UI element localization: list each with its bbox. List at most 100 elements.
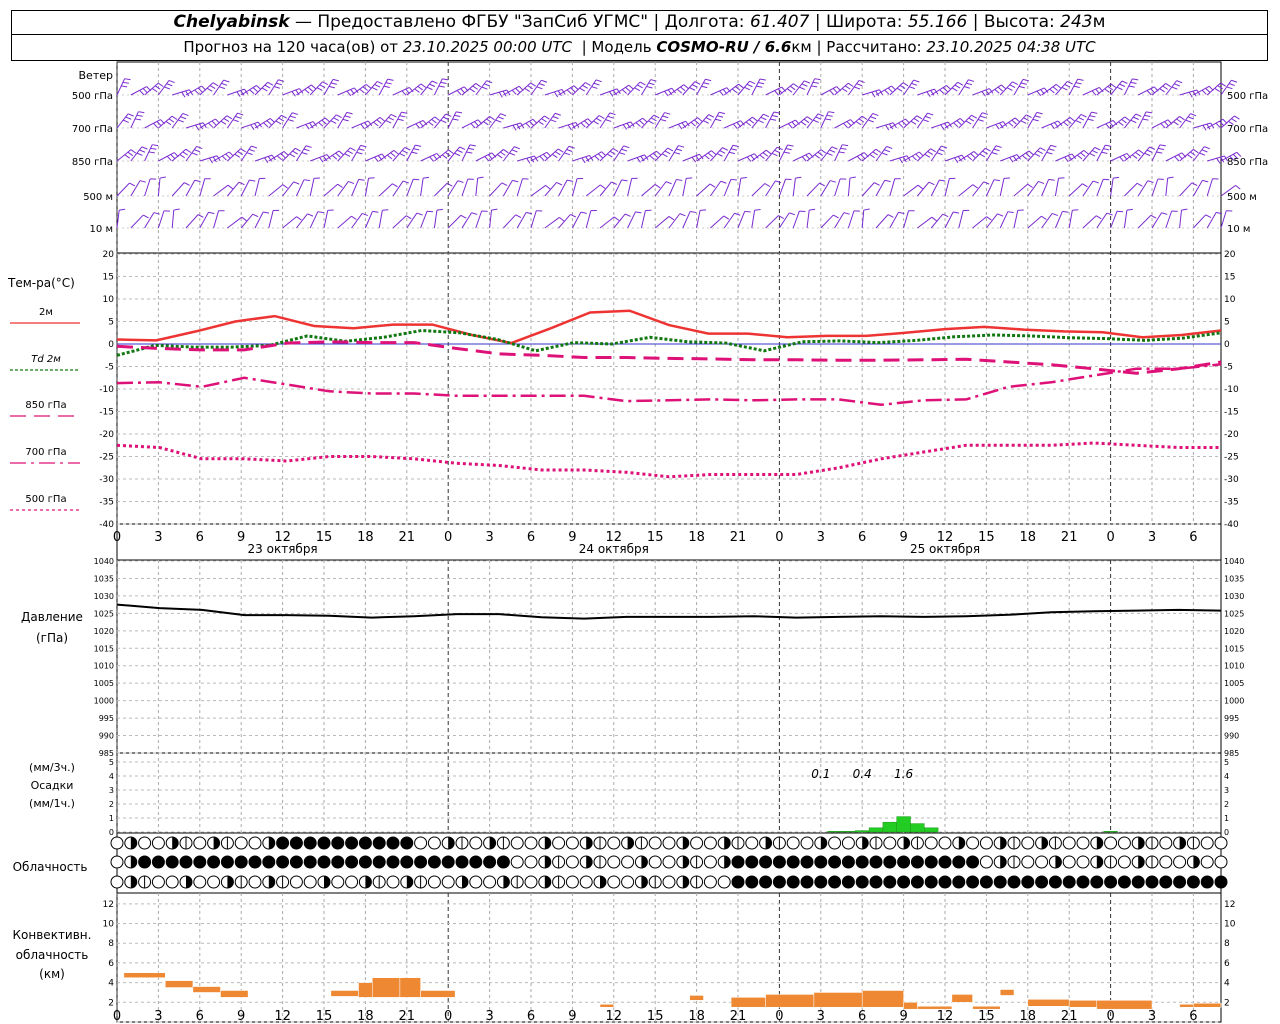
wind-barb-feather xyxy=(874,182,880,186)
cloud-symbol xyxy=(1007,875,1021,889)
wind-barb-feather xyxy=(1116,86,1123,91)
cloud-circle xyxy=(979,836,993,850)
cloud-circle xyxy=(841,875,855,889)
wind-barb-shaft xyxy=(199,82,214,96)
wind-barb-shaft xyxy=(737,80,750,96)
wind-barb-shaft xyxy=(1096,83,1112,96)
cloud-symbol xyxy=(1131,875,1145,889)
wind-barb-feather xyxy=(759,78,766,81)
cloud-circle xyxy=(1173,875,1187,889)
wind-barb-feather xyxy=(954,157,959,163)
cloud-circle xyxy=(910,855,924,869)
wind-barb xyxy=(323,150,344,162)
wind-barb-shaft xyxy=(682,178,687,197)
cloud-symbol xyxy=(1090,875,1104,889)
wind-barb xyxy=(627,117,648,129)
wind-barb-feather xyxy=(973,151,979,156)
wind-barb xyxy=(1151,212,1168,229)
wind-barb-feather xyxy=(415,144,422,147)
cloud-symbol xyxy=(938,875,952,889)
cloud-half-fill xyxy=(1096,856,1103,868)
wind-barb xyxy=(268,184,288,197)
wind-barb xyxy=(558,85,579,96)
wind-barb-feather xyxy=(705,117,712,121)
cloud-symbol xyxy=(524,855,538,869)
cloud-symbol xyxy=(1159,855,1173,869)
wind-barb-feather xyxy=(226,115,233,120)
precip-total-label: 0.1 xyxy=(811,767,830,781)
wind-barb-feather xyxy=(593,82,600,86)
convective-bar xyxy=(330,990,359,997)
cloud-symbol xyxy=(552,855,566,869)
wind-level-label-right: 500 м xyxy=(1227,192,1257,203)
x-tick-label: 6 xyxy=(527,530,535,545)
wind-barb-feather xyxy=(869,154,876,159)
wind-barb-feather xyxy=(481,86,488,90)
wind-barb-shaft xyxy=(1096,179,1104,197)
wind-barb-shaft xyxy=(1054,211,1063,229)
wind-barb-feather xyxy=(125,116,132,120)
wind-barb xyxy=(378,150,399,162)
wind-barb-feather xyxy=(917,184,924,190)
wind-level-label-left: 10 м xyxy=(90,224,113,235)
wind-barb-feather xyxy=(471,212,478,215)
wind-barb-feather xyxy=(232,119,239,123)
temp-ytick-right: -5 xyxy=(1224,363,1233,373)
wind-barb-feather xyxy=(420,83,427,88)
wind-barb-feather xyxy=(1011,119,1017,125)
wind-barb-feather xyxy=(676,88,683,94)
wind-barb xyxy=(972,112,989,129)
wind-barb-feather xyxy=(382,209,389,211)
conv-ytick-right: 4 xyxy=(1224,979,1230,989)
wind-barb-feather xyxy=(293,181,300,185)
wind-barb-feather xyxy=(707,152,714,158)
wind-barb-feather xyxy=(305,124,310,130)
wind-barb-shaft xyxy=(889,82,904,96)
wind-barb-feather xyxy=(1020,120,1027,124)
wind-barb-feather xyxy=(621,89,628,94)
wind-barb-feather xyxy=(968,79,975,82)
wind-barb-feather xyxy=(624,213,631,217)
wind-barb-feather xyxy=(703,120,709,124)
wind-barb xyxy=(958,209,970,229)
wind-barb xyxy=(765,86,787,96)
wind-barb-feather xyxy=(730,178,737,181)
wind-barb-feather xyxy=(151,88,158,93)
wind-barb-feather xyxy=(1106,212,1113,216)
wind-barb xyxy=(999,211,1014,229)
wind-barb-feather xyxy=(719,90,724,96)
wind-barb-shaft xyxy=(365,117,381,129)
wind-barb-shaft xyxy=(130,86,147,96)
cloud-circle xyxy=(662,836,676,850)
convective-bar xyxy=(1027,999,1070,1007)
cloud-symbol xyxy=(207,875,221,889)
pressure-ytick-right: 1025 xyxy=(1224,609,1244,618)
wind-barb xyxy=(654,216,675,229)
wind-barb-shaft xyxy=(641,114,655,129)
wind-barb-feather xyxy=(489,116,495,121)
cloud-circle xyxy=(414,836,428,850)
wind-barb-feather xyxy=(153,122,158,129)
wind-barb-feather xyxy=(468,147,475,151)
wind-barb-feather xyxy=(119,208,126,211)
cloud-symbol xyxy=(759,855,773,869)
pressure-ytick-right: 1015 xyxy=(1224,644,1244,653)
temp-ytick-left: 0 xyxy=(108,340,114,350)
wind-barb-feather xyxy=(942,213,949,218)
cloud-circle xyxy=(869,855,883,869)
wind-barb-feather xyxy=(1050,144,1057,148)
cloud-symbol xyxy=(441,855,455,869)
wind-barb xyxy=(461,144,476,162)
wind-barb-shaft xyxy=(875,214,889,229)
wind-barb xyxy=(1165,176,1174,197)
wind-barb xyxy=(489,208,498,229)
wind-barb-shaft xyxy=(696,150,712,162)
wind-barb-feather xyxy=(913,79,920,83)
cloud-circle xyxy=(276,836,290,850)
wind-barb-feather xyxy=(1150,88,1156,94)
cloud-symbol xyxy=(469,836,483,850)
x-tick-label: 9 xyxy=(899,530,907,545)
wind-barb-shaft xyxy=(309,211,319,229)
wind-barb-feather xyxy=(168,79,175,84)
wind-barb xyxy=(282,112,299,129)
